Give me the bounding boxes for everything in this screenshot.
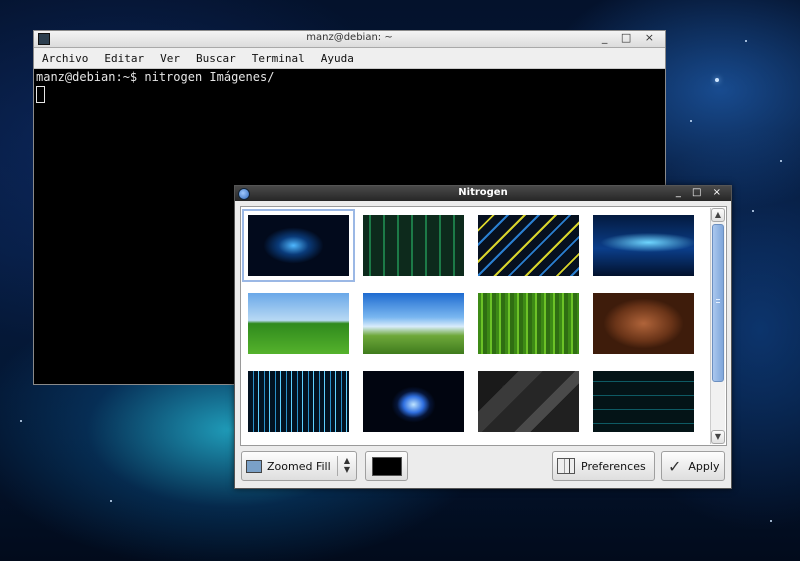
star [20,420,22,422]
terminal-cursor [36,86,45,103]
star [780,160,782,162]
menu-buscar[interactable]: Buscar [196,52,236,65]
thumbnail-brown-wood[interactable] [593,293,694,354]
check-icon: ✓ [668,456,682,476]
window-controls[interactable]: _ □ × [676,187,725,198]
star [745,40,747,42]
background-color-button[interactable] [365,451,408,481]
thumbnail-grass-blue-sky[interactable] [363,293,464,354]
nitrogen-window[interactable]: Nitrogen _ □ × ▲ ▼ Zoomed Fill ▲ ▼ Prefer… [234,185,732,489]
menu-archivo[interactable]: Archivo [42,52,88,65]
thumbnail-blue-light-rain[interactable] [248,371,349,432]
star [715,78,719,82]
thumbnail-green-field-trees[interactable] [248,293,349,354]
prompt-line: manz@debian:~$ nitrogen Imágenes/ [36,70,275,84]
thumbnail-green-circuit-board[interactable] [363,215,464,276]
star [110,500,112,502]
menu-ayuda[interactable]: Ayuda [321,52,354,65]
chevron-updown-icon: ▲ ▼ [337,456,356,476]
window-controls[interactable]: _ □ × [602,31,659,44]
thumbnail-dark-polygons[interactable] [478,371,579,432]
thumbnail-dark-teal-lines[interactable] [593,371,694,432]
star [752,210,754,212]
scroll-down-icon[interactable]: ▼ [711,430,725,444]
preferences-label: Preferences [581,459,646,473]
thumbnail-green-light-streaks[interactable] [478,293,579,354]
color-swatch [371,456,402,476]
terminal-titlebar[interactable]: manz@debian: ~ _ □ × [34,31,665,48]
nitrogen-titlebar[interactable]: Nitrogen _ □ × [235,186,731,201]
vertical-scrollbar[interactable]: ▲ ▼ [710,208,725,444]
apply-label: Apply [688,459,720,473]
thumbnail-blue-galaxy[interactable] [363,371,464,432]
thumbnail-space-blue-nebula[interactable] [242,209,355,282]
scrollbar-thumb[interactable] [712,224,724,382]
terminal-title: manz@debian: ~ [306,32,393,43]
fill-mode-value: Zoomed Fill [267,459,331,473]
image-mode-icon [246,459,262,473]
menu-editar[interactable]: Editar [104,52,144,65]
wallpaper-grid[interactable]: ▲ ▼ [240,206,727,446]
apply-button[interactable]: ✓ Apply [661,451,725,481]
preferences-icon [557,458,575,474]
fill-mode-select[interactable]: Zoomed Fill ▲ ▼ [241,451,357,481]
scroll-up-icon[interactable]: ▲ [711,208,725,222]
nitrogen-title: Nitrogen [458,187,508,198]
star [770,520,772,522]
menu-ver[interactable]: Ver [160,52,180,65]
star [690,120,692,122]
thumbnail-blue-waves[interactable] [593,215,694,276]
terminal-menubar: Archivo Editar Ver Buscar Terminal Ayuda [34,48,665,69]
menu-terminal[interactable]: Terminal [252,52,305,65]
thumbnail-yellow-blue-neon-lines[interactable] [478,215,579,276]
preferences-button[interactable]: Preferences [552,451,655,481]
